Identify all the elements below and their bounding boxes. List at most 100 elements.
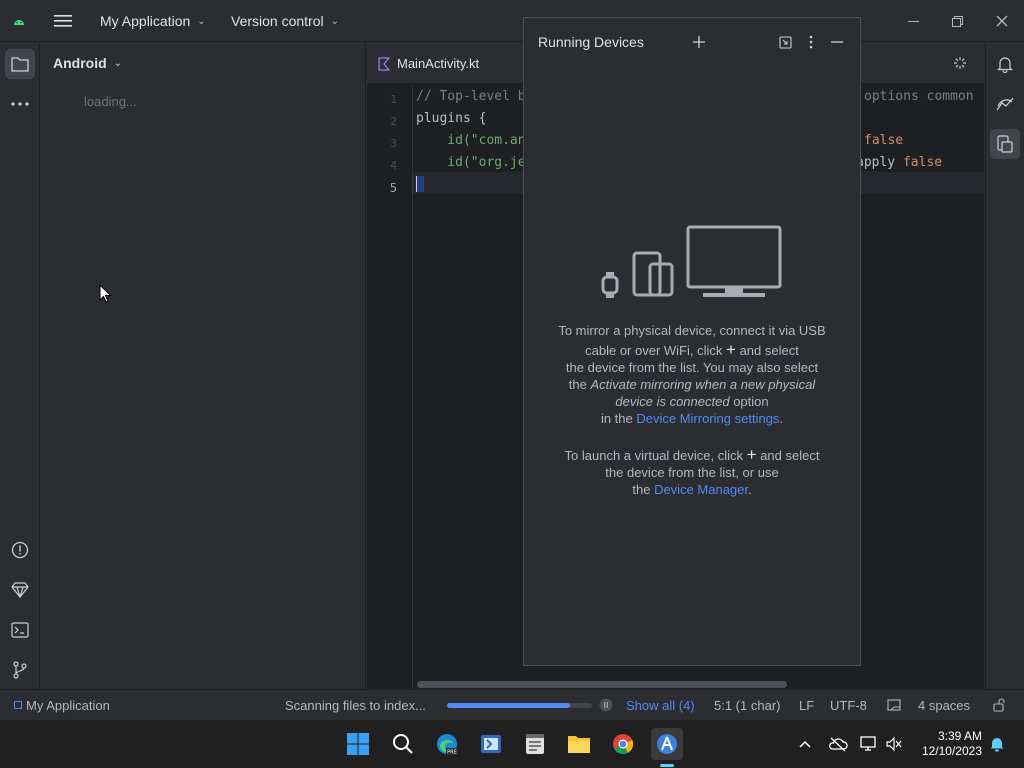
reader-mode-button[interactable] xyxy=(887,690,901,720)
network-icon xyxy=(860,736,876,751)
hide-window-button[interactable] xyxy=(827,32,847,52)
code-line-3[interactable]: id("com.an xyxy=(416,133,525,148)
problems-icon xyxy=(11,541,29,559)
network-button[interactable] xyxy=(857,728,881,760)
add-device-button[interactable] xyxy=(689,32,709,52)
file-encoding[interactable]: UTF-8 xyxy=(830,690,867,720)
plus-icon: + xyxy=(746,445,757,464)
app-quality-insights-button[interactable] xyxy=(990,89,1020,119)
windows-taskbar: PRE 3:39 AM 12/10/2023 xyxy=(0,719,1024,768)
code-line-1-right[interactable]: options common xyxy=(864,89,974,104)
plus-icon: + xyxy=(726,340,736,359)
show-hidden-icons-button[interactable] xyxy=(792,728,818,760)
code-line-4-right[interactable]: apply false xyxy=(856,155,942,170)
project-view-selector[interactable]: Android ⌄ xyxy=(53,55,122,71)
search-button[interactable] xyxy=(387,728,419,760)
indexing-progress-bar xyxy=(447,703,592,708)
code-line-1[interactable]: // Top-level b xyxy=(416,89,526,104)
project-panel: Android ⌄ loading... xyxy=(41,43,366,689)
horizontal-scrollbar[interactable] xyxy=(417,681,787,688)
onedrive-button[interactable] xyxy=(824,728,852,760)
android-studio-logo-icon xyxy=(12,0,26,42)
cloud-offline-icon xyxy=(829,737,848,752)
instruction-text: the xyxy=(568,377,587,392)
indent-setting[interactable]: 4 spaces xyxy=(918,690,970,720)
restore-window-button[interactable] xyxy=(935,0,979,42)
project-selector[interactable]: My Application ⌄ xyxy=(100,0,206,42)
svg-text:PRE: PRE xyxy=(447,750,457,756)
code-line-2[interactable]: plugins { xyxy=(416,111,486,126)
project-name: My Application xyxy=(100,13,191,29)
version-control-menu[interactable]: Version control ⌄ xyxy=(231,0,339,42)
mouse-cursor-icon xyxy=(99,284,112,303)
indexing-status-text: Scanning files to index... xyxy=(285,697,426,713)
problems-tool-button[interactable] xyxy=(5,535,35,565)
window-options-button[interactable] xyxy=(801,32,821,52)
virtual-device-instructions-line-1: To launch a virtual device, click + and … xyxy=(524,446,860,464)
code-line-3-right[interactable]: false xyxy=(864,133,903,148)
editor-tab-mainactivity[interactable]: MainActivity.kt xyxy=(377,43,479,84)
volume-muted-icon xyxy=(886,736,902,752)
chrome-browser-button[interactable] xyxy=(607,728,639,760)
notepad-button[interactable] xyxy=(519,728,551,760)
android-studio-taskbar-button[interactable] xyxy=(651,728,683,760)
running-devices-tool-button[interactable] xyxy=(990,129,1020,159)
device-manager-link[interactable]: Device Manager xyxy=(654,482,748,497)
loading-text: loading... xyxy=(84,94,137,109)
start-button[interactable] xyxy=(342,728,374,760)
book-icon xyxy=(887,698,901,711)
folder-icon xyxy=(568,736,590,753)
pause-indexing-button[interactable] xyxy=(599,690,613,720)
mirror-instructions-line-5: device is connected option xyxy=(524,393,860,410)
dock-window-button[interactable] xyxy=(775,32,795,52)
indexing-spinner-icon xyxy=(953,56,967,70)
caret-position[interactable]: 5:1 (1 char) xyxy=(714,690,780,720)
chevron-up-icon xyxy=(799,740,811,748)
read-only-toggle[interactable] xyxy=(992,690,1006,720)
notification-center-button[interactable] xyxy=(984,728,1010,760)
running-devices-window: Running Devices To mirror a physical dev… xyxy=(523,17,861,666)
tab-label: MainActivity.kt xyxy=(397,56,480,71)
volume-button[interactable] xyxy=(882,728,906,760)
git-tool-button[interactable] xyxy=(5,655,35,685)
terminal-tool-button[interactable] xyxy=(5,615,35,645)
edge-browser-button[interactable]: PRE xyxy=(431,728,463,760)
edge-icon: PRE xyxy=(437,734,458,756)
instruction-text: cable or over WiFi, click xyxy=(585,343,723,358)
more-tools-button[interactable] xyxy=(5,89,35,119)
module-icon xyxy=(14,701,22,709)
folder-icon xyxy=(11,57,29,72)
system-clock[interactable]: 3:39 AM 12/10/2023 xyxy=(906,729,982,759)
close-window-button[interactable] xyxy=(980,0,1024,42)
project-tool-button[interactable] xyxy=(5,49,35,79)
notifications-tool-button[interactable] xyxy=(990,49,1020,79)
minimize-window-button[interactable] xyxy=(891,0,935,42)
instruction-text: and select xyxy=(760,448,820,463)
bell-icon xyxy=(990,738,1004,752)
app-window-icon xyxy=(481,735,501,753)
instruction-text: . xyxy=(748,482,752,497)
search-icon xyxy=(393,734,413,754)
bell-icon xyxy=(997,57,1013,73)
visual-studio-button[interactable] xyxy=(475,728,507,760)
show-all-processes-link[interactable]: Show all (4) xyxy=(626,690,695,720)
instruction-text: option xyxy=(733,394,769,409)
instruction-text: and select xyxy=(739,343,799,358)
kotlin-file-icon xyxy=(378,56,391,71)
clock-time: 3:39 AM xyxy=(937,729,982,743)
chevron-down-icon: ⌄ xyxy=(113,57,123,69)
status-project-breadcrumb[interactable]: My Application xyxy=(14,690,110,720)
instruction-text: in the xyxy=(600,411,633,426)
device-mirroring-settings-link[interactable]: Device Mirroring settings xyxy=(636,411,779,426)
code-line-4[interactable]: id("org.je xyxy=(416,155,525,170)
device-mirror-icon xyxy=(997,135,1013,153)
gemini-tool-button[interactable] xyxy=(5,575,35,605)
line-separator[interactable]: LF xyxy=(799,690,814,720)
line-number: 2 xyxy=(390,115,397,128)
git-branch-icon xyxy=(13,661,27,679)
code-keyword: false xyxy=(902,155,943,170)
instruction-text: the xyxy=(632,482,651,497)
file-explorer-button[interactable] xyxy=(563,728,595,760)
main-menu-button[interactable] xyxy=(54,0,72,42)
text-caret xyxy=(416,176,424,192)
